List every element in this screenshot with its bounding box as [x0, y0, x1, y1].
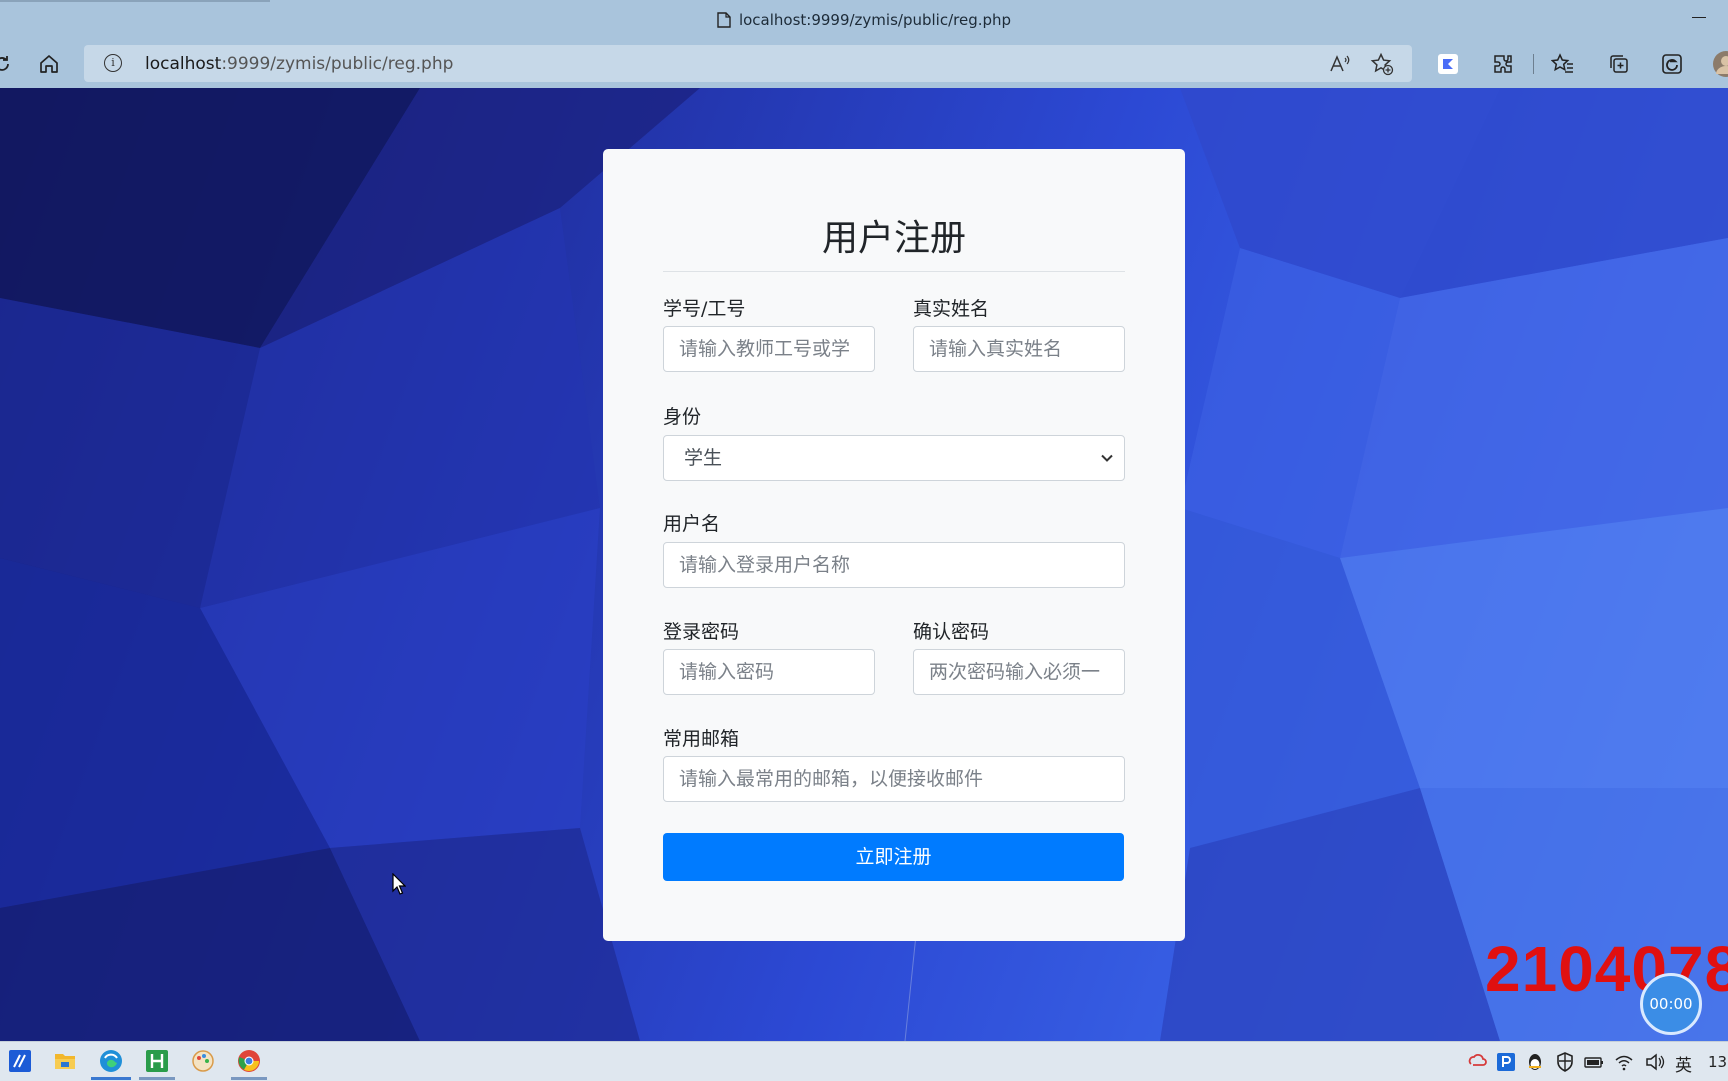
collections-icon[interactable] — [1605, 50, 1633, 78]
home-icon[interactable] — [35, 50, 63, 78]
minimize-button[interactable] — [1692, 17, 1706, 18]
email-label: 常用邮箱 — [663, 728, 740, 750]
volume-icon[interactable] — [1645, 1052, 1665, 1072]
hbuilder-icon[interactable] — [145, 1049, 169, 1073]
security-shield-icon[interactable] — [1555, 1052, 1575, 1072]
role-select[interactable]: 学生 — [663, 435, 1125, 481]
taskbar: 英 13 — [0, 1041, 1728, 1081]
username-label: 用户名 — [663, 513, 721, 535]
page-viewport: 用户注册 学号/工号 真实姓名 身份 学生 用户名 登录密码 确认密码 常用邮箱… — [0, 88, 1728, 1041]
address-bar[interactable]: i localhost:9999/zymis/public/reg.php — [84, 45, 1412, 82]
info-icon[interactable]: i — [104, 54, 122, 72]
student-id-input[interactable] — [663, 326, 875, 372]
loading-bar — [0, 0, 270, 2]
registration-card: 用户注册 学号/工号 真实姓名 身份 学生 用户名 登录密码 确认密码 常用邮箱… — [603, 149, 1185, 941]
toolbar-separator — [1533, 54, 1534, 74]
paint-icon[interactable] — [191, 1049, 215, 1073]
start-icon[interactable] — [8, 1049, 32, 1073]
role-selected-value: 学生 — [684, 447, 723, 469]
extension-pin-icon[interactable] — [1434, 50, 1462, 78]
edge-icon[interactable] — [99, 1049, 123, 1073]
edge-bar-icon[interactable] — [1658, 50, 1686, 78]
add-favorite-icon[interactable] — [1369, 51, 1395, 77]
url-host: localhost — [145, 54, 222, 74]
read-aloud-icon[interactable] — [1326, 51, 1352, 77]
favorites-icon[interactable] — [1549, 50, 1577, 78]
page-icon — [717, 12, 731, 28]
chrome-icon[interactable] — [237, 1049, 261, 1073]
refresh-icon[interactable] — [0, 50, 16, 78]
mouse-cursor-icon — [392, 873, 406, 895]
file-explorer-icon[interactable] — [53, 1049, 77, 1073]
student-id-label: 学号/工号 — [663, 298, 746, 320]
p-app-icon[interactable] — [1496, 1052, 1516, 1072]
register-button[interactable]: 立即注册 — [663, 833, 1124, 881]
real-name-input[interactable] — [913, 326, 1125, 372]
extensions-icon[interactable] — [1489, 50, 1517, 78]
real-name-label: 真实姓名 — [913, 298, 990, 320]
role-label: 身份 — [663, 406, 702, 428]
confirm-password-input[interactable] — [913, 649, 1125, 695]
password-label: 登录密码 — [663, 621, 740, 643]
confirm-password-label: 确认密码 — [913, 621, 990, 643]
ime-indicator[interactable]: 英 — [1675, 1051, 1692, 1076]
browser-toolbar: i localhost:9999/zymis/public/reg.php — [0, 40, 1728, 88]
url-text[interactable]: localhost:9999/zymis/public/reg.php — [145, 54, 453, 74]
creative-cloud-icon[interactable] — [1467, 1052, 1487, 1072]
title-divider — [663, 271, 1125, 272]
password-input[interactable] — [663, 649, 875, 695]
tab-title: localhost:9999/zymis/public/reg.php — [738, 11, 1012, 29]
browser-titlebar: localhost:9999/zymis/public/reg.php — [0, 0, 1728, 40]
wifi-icon[interactable] — [1614, 1052, 1634, 1072]
chevron-down-icon — [1101, 454, 1113, 462]
url-path: :9999/zymis/public/reg.php — [221, 54, 454, 74]
qq-icon[interactable] — [1525, 1052, 1545, 1072]
clock[interactable]: 13 — [1708, 1053, 1727, 1071]
profile-avatar[interactable] — [1712, 50, 1728, 78]
email-input[interactable] — [663, 756, 1125, 802]
window-title: localhost:9999/zymis/public/reg.php — [0, 11, 1728, 29]
recording-timer[interactable]: 00:00 — [1640, 973, 1702, 1035]
battery-icon[interactable] — [1584, 1052, 1604, 1072]
username-input[interactable] — [663, 542, 1125, 588]
page-title: 用户注册 — [821, 218, 966, 259]
